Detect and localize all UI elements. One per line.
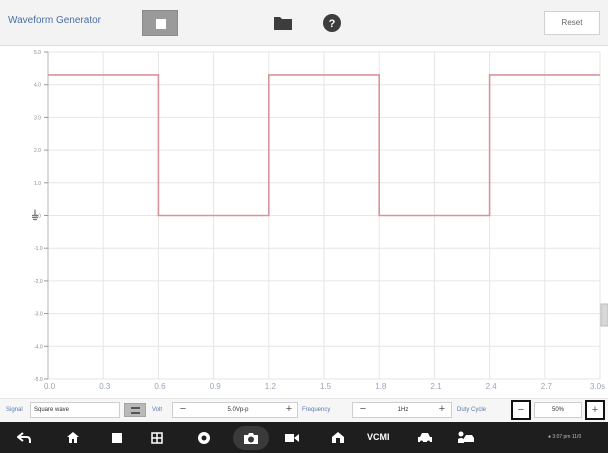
stop-button[interactable] xyxy=(142,10,178,36)
grid-button[interactable] xyxy=(145,422,169,453)
x-tick-label: 3.0s xyxy=(590,382,605,390)
duty-value: 50% xyxy=(534,402,582,418)
car-icon xyxy=(418,432,432,443)
x-tick-label: 2.1 xyxy=(430,382,442,390)
duty-cycle-label: Duty Cycle xyxy=(457,407,487,413)
x-tick-label: 2.4 xyxy=(486,382,498,390)
frequency-label: Frequency xyxy=(302,407,331,413)
vcmi-button[interactable]: VCMI xyxy=(367,432,390,442)
signal-label: Signal xyxy=(6,407,23,413)
y-tick-label: -5.0 xyxy=(34,377,43,383)
waveform-plot: 5.0 4.0 3.0 2.0 1.0 0.0 -1.0 -2.0 -3.0 -4.0 -5.0 0… xyxy=(0,46,608,391)
generator-controls: Signal Square wave Volt − 5.0Vp-p + Freq… xyxy=(0,398,608,422)
camera-button[interactable] xyxy=(233,426,269,450)
y-tick-label: 1.0 xyxy=(34,181,41,187)
back-arrow-icon xyxy=(17,431,31,443)
grid-icon xyxy=(151,431,163,444)
frequency-value: 1Hz xyxy=(397,407,409,413)
signal-menu-button[interactable] xyxy=(124,403,146,417)
scroll-handle[interactable] xyxy=(600,303,608,327)
volt-minus-button[interactable]: − xyxy=(175,402,191,418)
y-tick-label: -2.0 xyxy=(34,279,43,285)
recents-icon xyxy=(112,432,122,443)
x-tick-label: 0.9 xyxy=(210,382,222,390)
status-readout: ● 3:07 pm 11/0 xyxy=(548,434,582,440)
x-tick-label: 1.8 xyxy=(375,382,387,390)
home-icon xyxy=(67,432,79,443)
folder-button[interactable] xyxy=(272,13,294,33)
frequency-plus-button[interactable]: + xyxy=(434,402,450,418)
volt-label: Volt xyxy=(152,407,163,413)
browser-button[interactable] xyxy=(192,422,216,453)
volt-plus-button[interactable]: + xyxy=(281,402,297,418)
camera-icon xyxy=(244,432,258,444)
help-icon: ? xyxy=(323,14,341,32)
autel-home-icon xyxy=(332,432,344,443)
menu-icon xyxy=(131,407,140,414)
folder-icon xyxy=(274,17,292,30)
x-tick-label: 1.2 xyxy=(265,382,277,390)
svg-text:?: ? xyxy=(329,18,336,30)
top-toolbar: Waveform Generator ? Reset xyxy=(0,0,608,46)
x-tick-label: 0.3 xyxy=(99,382,111,390)
home-button[interactable] xyxy=(61,422,85,453)
recents-button[interactable] xyxy=(105,422,129,453)
x-tick-label: 0.0 xyxy=(44,382,56,390)
frequency-minus-button[interactable]: − xyxy=(355,402,371,418)
waveform-generator-screen: Waveform Generator ? Reset 5.0 4.0 3.0 2.0 1… xyxy=(0,0,608,453)
y-tick-label: 2.0 xyxy=(34,148,41,154)
page-title: Waveform Generator xyxy=(8,15,101,26)
y-tick-label: 4.0 xyxy=(34,83,41,89)
y-tick-label: 5.0 xyxy=(34,50,41,56)
browser-icon xyxy=(198,431,210,444)
duty-minus-button[interactable]: − xyxy=(511,400,531,420)
y-tick-label: -4.0 xyxy=(34,344,43,350)
stop-icon xyxy=(156,19,166,29)
x-tick-label: 0.6 xyxy=(154,382,166,390)
navigation-bar: VCMI ● 3:07 pm 11/0 xyxy=(0,422,608,453)
waveform-chart: 5.0 4.0 3.0 2.0 1.0 0.0 -1.0 -2.0 -3.0 -4.0 -5.0 0… xyxy=(32,50,608,391)
x-tick-label: 2.7 xyxy=(541,382,553,390)
duty-plus-button[interactable]: + xyxy=(585,400,605,420)
y-tick-label: -1.0 xyxy=(34,246,43,252)
vehicle-button[interactable] xyxy=(413,422,437,453)
y-tick-label: 3.0 xyxy=(34,115,41,121)
help-button[interactable]: ? xyxy=(321,12,343,34)
video-button[interactable] xyxy=(280,422,304,453)
video-icon xyxy=(285,433,299,442)
car-diagnose-button[interactable] xyxy=(454,422,478,453)
autel-home-button[interactable] xyxy=(326,422,350,453)
back-button[interactable] xyxy=(12,422,36,453)
signal-select[interactable]: Square wave xyxy=(30,402,120,418)
x-tick-label: 1.5 xyxy=(320,382,332,390)
volt-value: 5.0Vp-p xyxy=(227,407,249,413)
car-diagnose-icon xyxy=(458,431,474,443)
reset-button[interactable]: Reset xyxy=(544,11,600,35)
y-tick-label: -3.0 xyxy=(34,312,43,318)
